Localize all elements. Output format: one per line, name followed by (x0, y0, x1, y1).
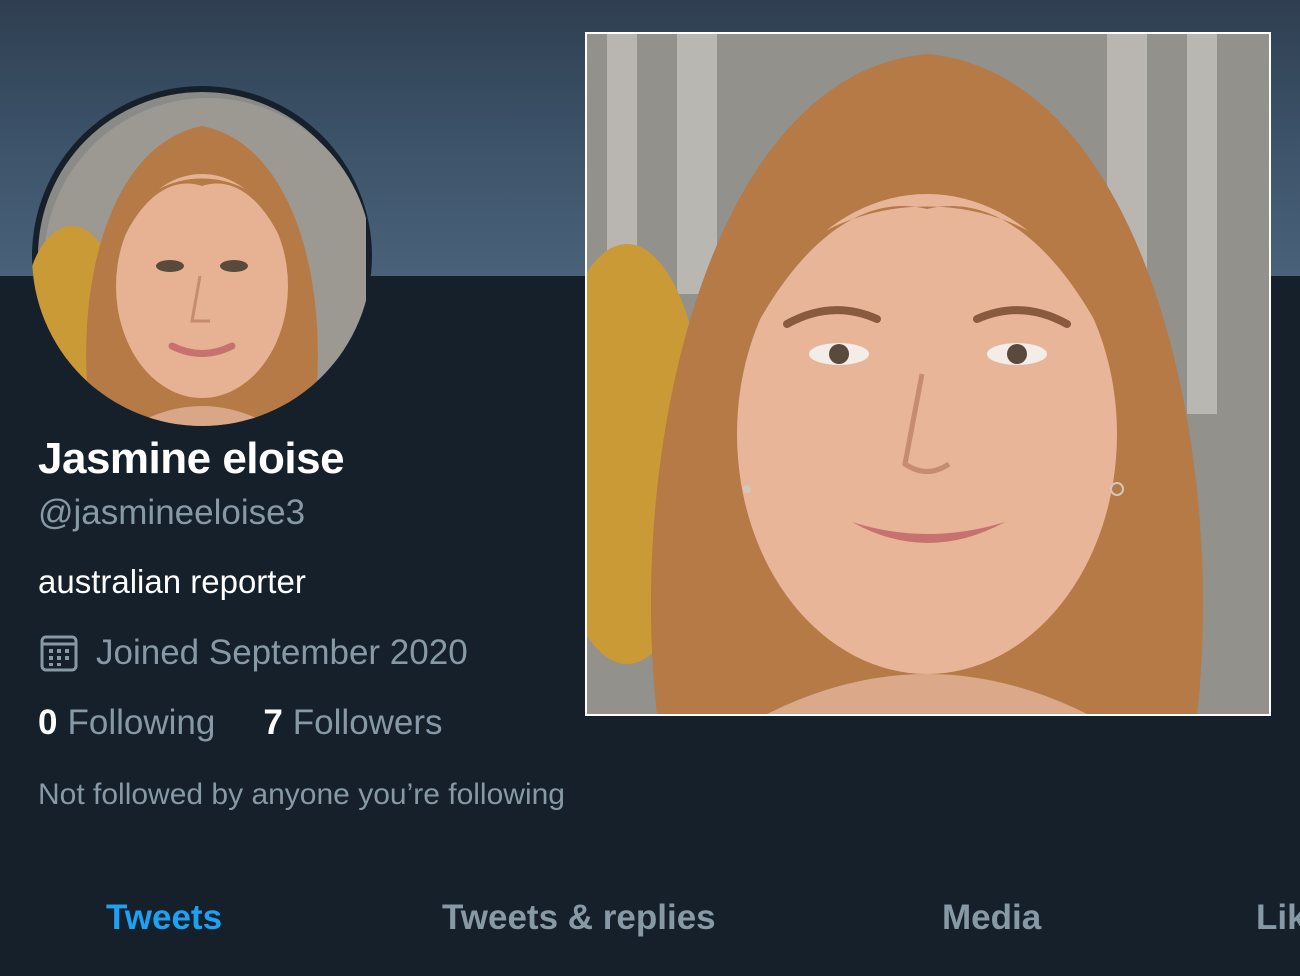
enlarged-profile-photo (585, 32, 1271, 716)
followed-by-note: Not followed by anyone you’re following (38, 778, 565, 811)
avatar-portrait-image (32, 92, 366, 426)
tab-likes[interactable]: Lik (1256, 898, 1300, 938)
profile-handle: @jasmineeloise3 (38, 493, 306, 532)
tab-tweets-and-replies[interactable]: Tweets & replies (442, 898, 716, 938)
enlarged-portrait-image (587, 34, 1269, 714)
profile-name: Jasmine eloise (38, 434, 345, 483)
followers-label: Followers (292, 703, 443, 742)
following-count: 0 (38, 703, 58, 742)
joined-label: Joined September 2020 (96, 633, 468, 672)
following-link[interactable]: 0 Following (38, 703, 215, 743)
joined-date: Joined September 2020 (38, 632, 468, 674)
profile-tabs: Tweets Tweets & replies Media Lik (0, 880, 1300, 960)
followers-count: 7 (263, 703, 283, 742)
profile-avatar[interactable] (32, 86, 372, 426)
calendar-icon (40, 635, 78, 672)
follow-stats: 0 Following 7 Followers (38, 703, 491, 743)
tab-media[interactable]: Media (942, 898, 1041, 938)
tab-tweets[interactable]: Tweets (106, 898, 222, 938)
following-label: Following (67, 703, 216, 742)
profile-bio: australian reporter (38, 563, 306, 600)
followers-link[interactable]: 7 Followers (263, 703, 442, 743)
